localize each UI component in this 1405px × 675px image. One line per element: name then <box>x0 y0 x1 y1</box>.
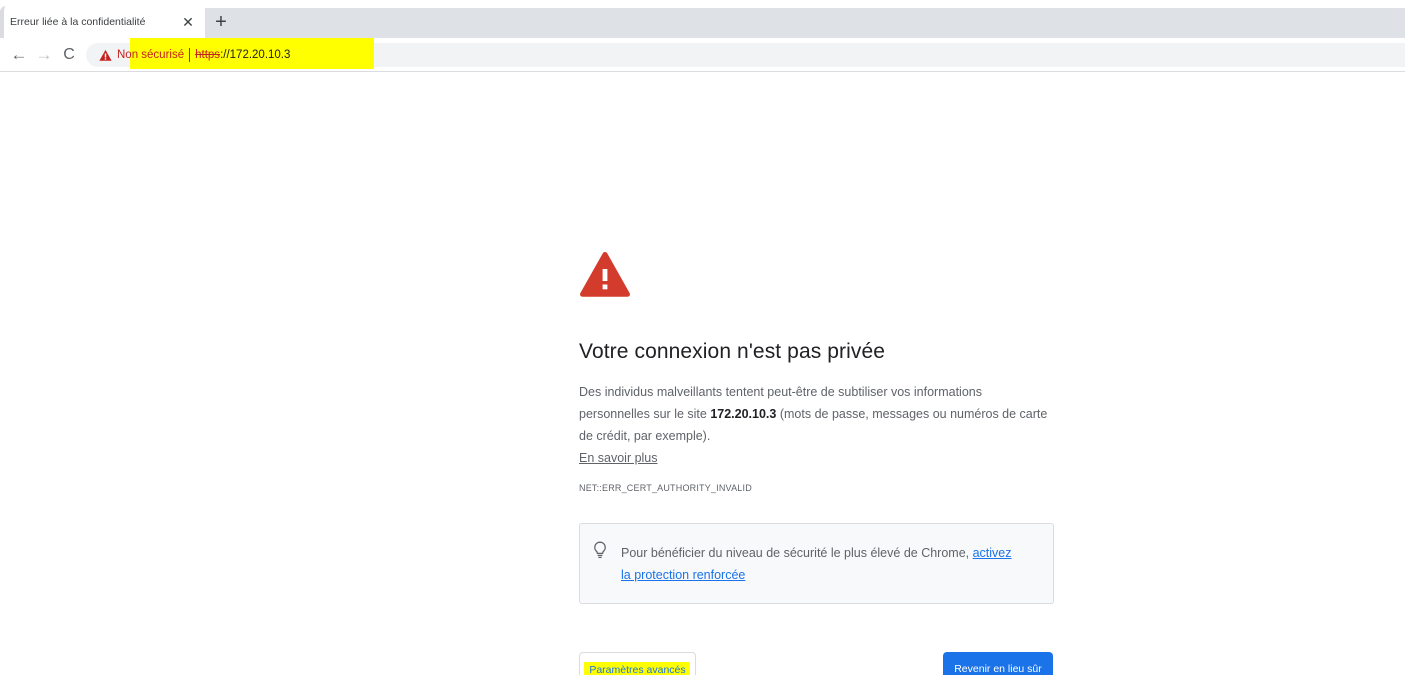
error-code: NET::ERR_CERT_AUTHORITY_INVALID <box>579 483 752 493</box>
advanced-button-label: Paramètres avancés <box>589 664 686 675</box>
tab-privacy-error[interactable]: Erreur liée à la confidentialité ✕ <box>0 6 205 38</box>
url-host: ://172.20.10.3 <box>220 49 291 61</box>
enhanced-protection-box: Pour bénéficier du niveau de sécurité le… <box>579 523 1054 604</box>
close-icon[interactable]: ✕ <box>179 13 197 31</box>
new-tab-button[interactable]: + <box>210 12 232 34</box>
url-text[interactable]: https://172.20.10.3 <box>195 49 290 61</box>
warning-triangle-icon <box>580 252 630 297</box>
tab-title: Erreur liée à la confidentialité <box>10 16 146 28</box>
tab-strip-background <box>205 8 1405 38</box>
tab-strip: Erreur liée à la confidentialité ✕ + <box>0 0 1405 38</box>
enhanced-protection-text: Pour bénéficier du niveau de sécurité le… <box>621 542 1021 586</box>
security-status-label[interactable]: Non sécurisé <box>117 49 184 61</box>
page-title: Votre connexion n'est pas privée <box>579 340 886 363</box>
browser-window: Erreur liée à la confidentialité ✕ + ← →… <box>0 0 1405 675</box>
omnibox-separator <box>189 48 191 62</box>
address-bar[interactable]: Non sécurisé https://172.20.10.3 <box>86 38 1405 69</box>
explanation-host: 172.20.10.3 <box>710 407 777 421</box>
forward-arrow-icon[interactable]: → <box>33 44 55 66</box>
warning-triangle-icon[interactable] <box>98 48 112 62</box>
learn-more-link[interactable]: En savoir plus <box>579 451 658 465</box>
advanced-settings-button[interactable]: Paramètres avancés <box>579 652 696 675</box>
back-to-safety-button[interactable]: Revenir en lieu sûr <box>943 652 1053 675</box>
button-row: Paramètres avancés Revenir en lieu sûr <box>579 652 1055 675</box>
enhanced-protection-sentence: Pour bénéficier du niveau de sécurité le… <box>621 546 973 560</box>
url-scheme: https <box>195 49 221 61</box>
lightbulb-icon <box>594 541 606 559</box>
toolbar: ← → C Non sécurisé https://172.20.10.3 <box>0 38 1405 72</box>
back-arrow-icon[interactable]: ← <box>8 44 30 66</box>
reload-icon[interactable]: C <box>58 44 80 66</box>
interstitial-content: Votre connexion n'est pas privée Des ind… <box>579 250 1055 675</box>
explanation-text: Des individus malveillants tentent peut-… <box>579 381 1055 469</box>
